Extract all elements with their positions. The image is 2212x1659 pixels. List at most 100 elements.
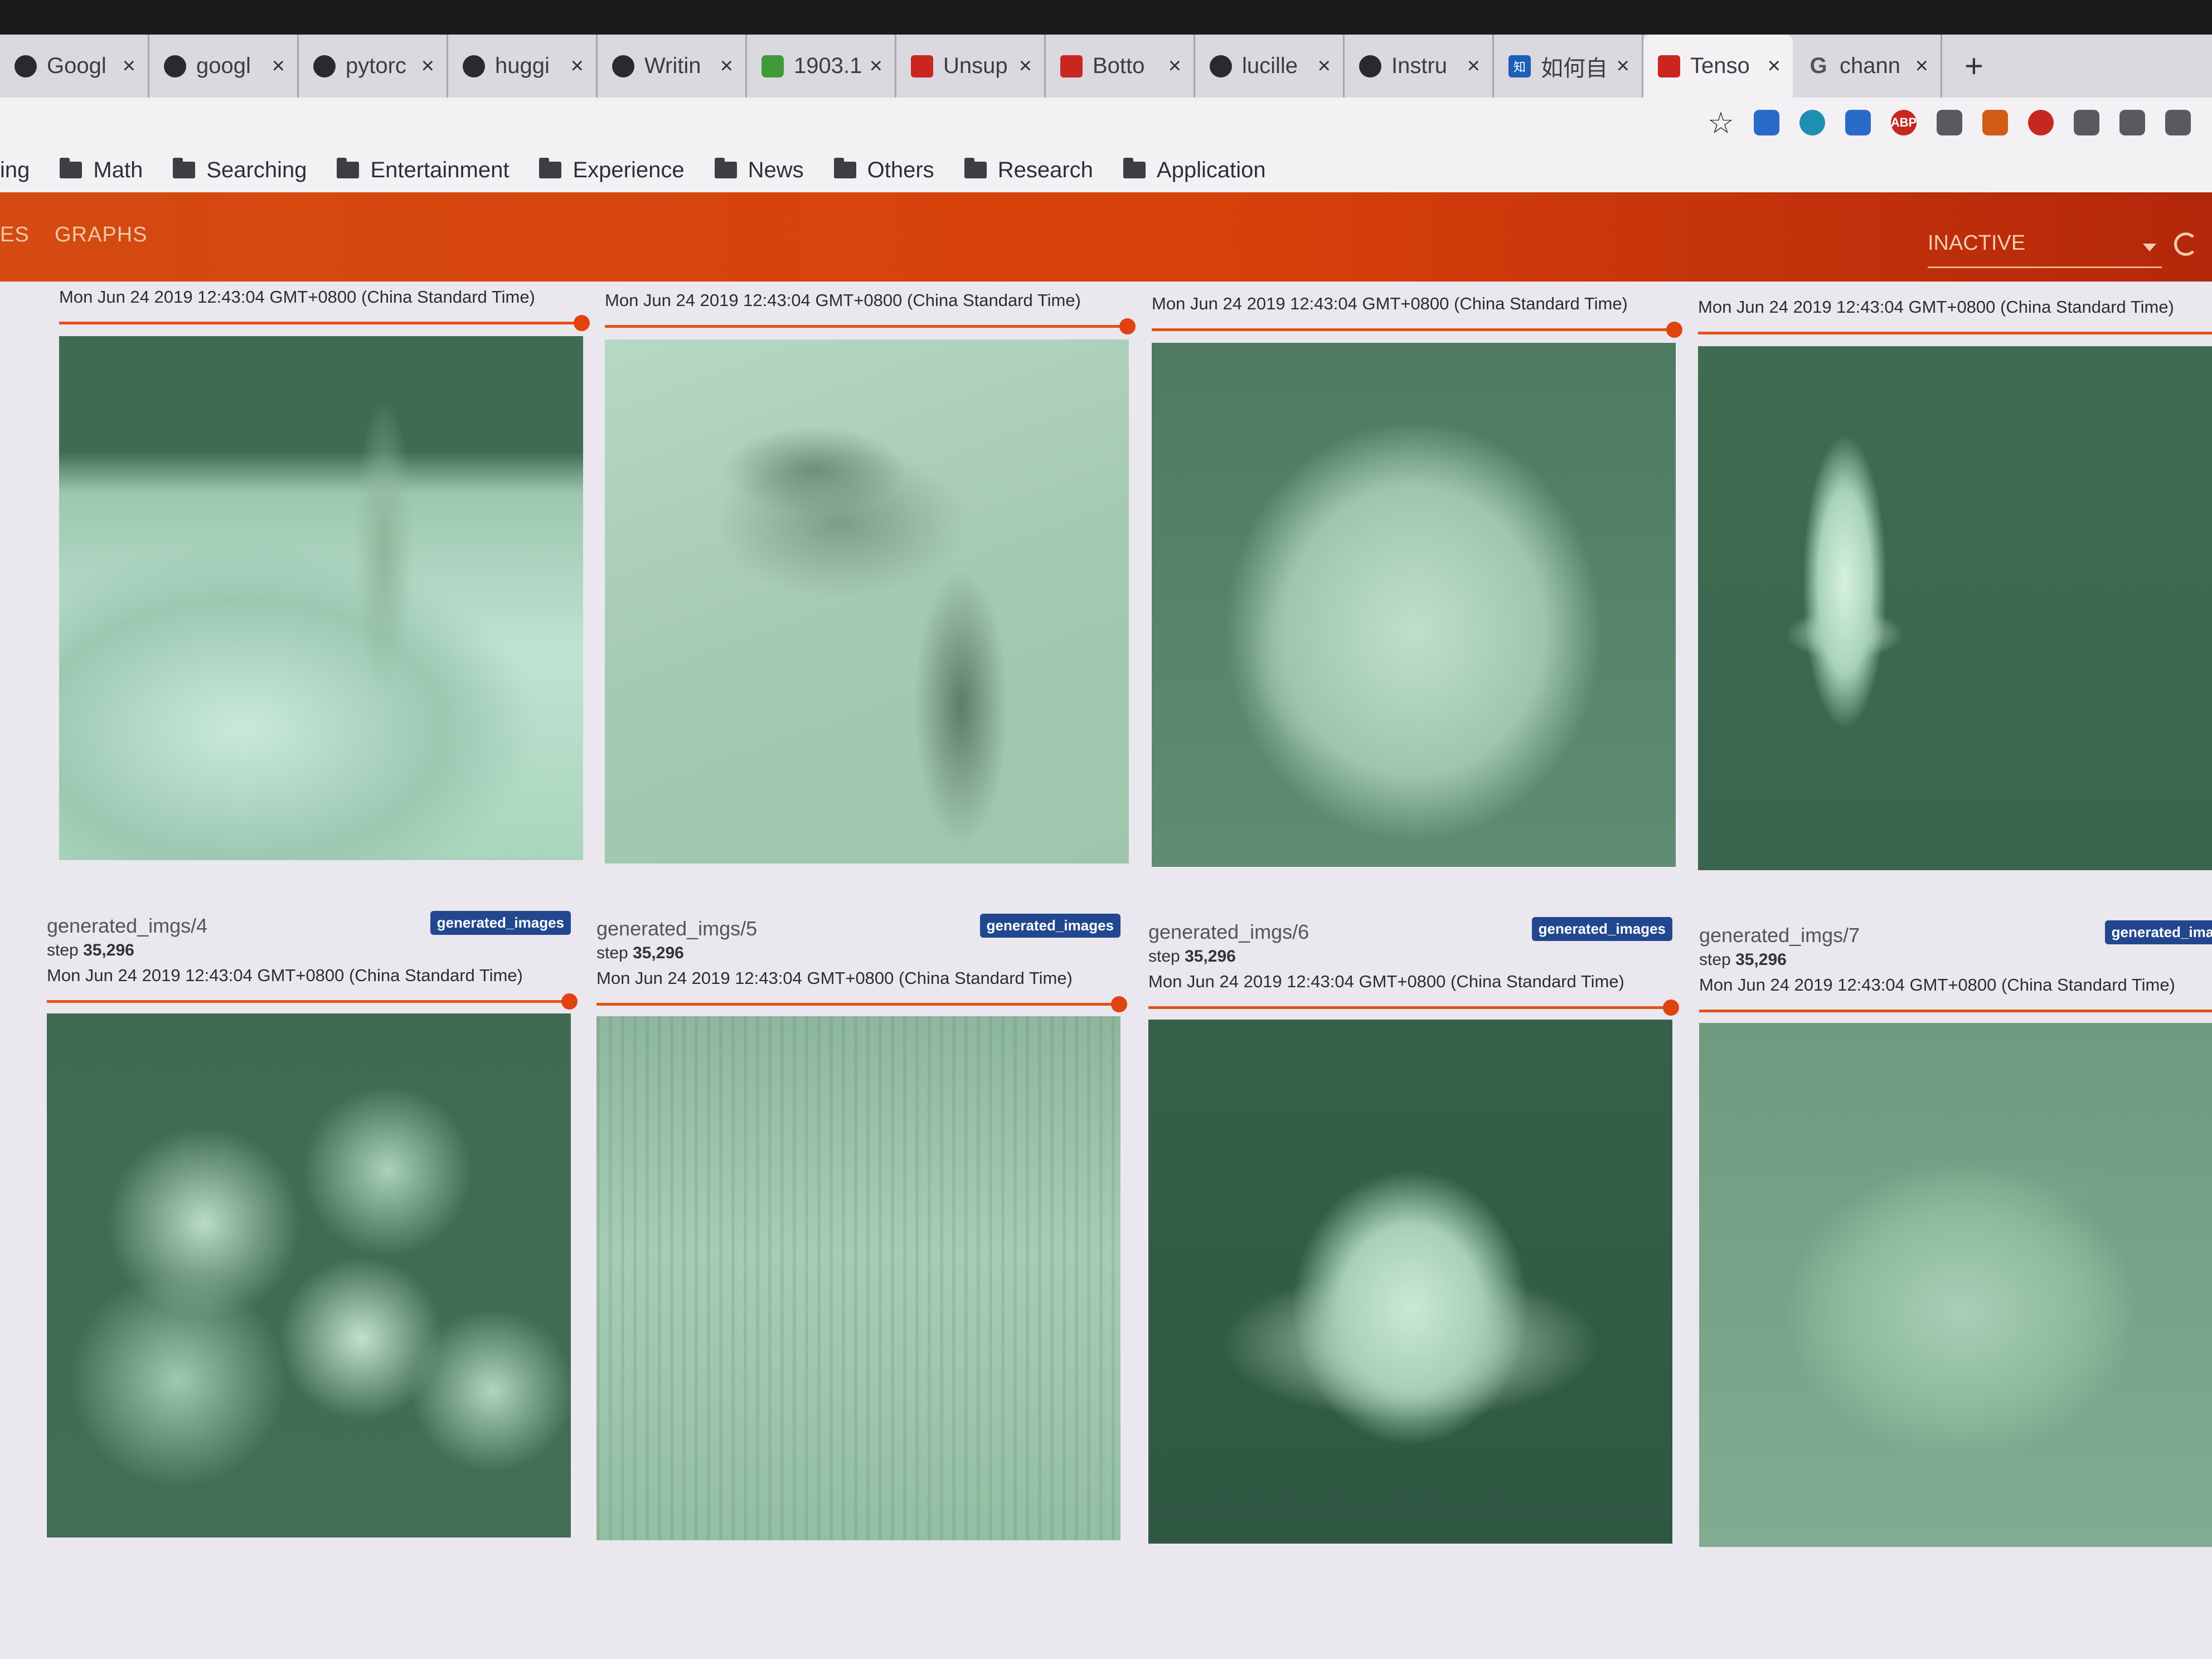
new-tab-button[interactable]: +: [1964, 47, 1983, 85]
step-slider[interactable]: [1699, 1010, 2212, 1012]
bookmark-searching[interactable]: Searching: [173, 158, 307, 183]
close-icon[interactable]: ×: [272, 54, 285, 79]
step-value: 35,296: [1735, 950, 1787, 969]
tab-title: Unsup: [943, 54, 1008, 78]
timestamp: Mon Jun 24 2019 12:43:04 GMT+0800 (China…: [605, 290, 1081, 310]
tab-3[interactable]: huggi ×: [448, 35, 598, 98]
bookmark-label: Application: [1156, 157, 1266, 182]
close-icon[interactable]: ×: [1617, 54, 1629, 79]
close-icon[interactable]: ×: [1915, 54, 1928, 79]
bookmark-others[interactable]: Others: [833, 158, 934, 183]
card-title: generated_imgs/4: [47, 914, 208, 937]
close-icon[interactable]: ×: [1168, 54, 1181, 79]
slider-handle[interactable]: [1111, 996, 1127, 1012]
nav-tab-partial[interactable]: ES: [0, 223, 30, 247]
folder-icon: [1123, 158, 1146, 178]
tab-6[interactable]: Unsup ×: [896, 35, 1046, 98]
slider-handle[interactable]: [1666, 322, 1682, 338]
shield-icon[interactable]: [2074, 110, 2099, 135]
folder-icon: [337, 158, 360, 178]
folder-icon: [173, 158, 196, 178]
tag-badge: generated_images: [2104, 920, 2212, 944]
tab-1[interactable]: googl ×: [149, 35, 299, 98]
timestamp: Mon Jun 24 2019 12:43:04 GMT+0800 (China…: [1698, 297, 2174, 317]
run-selector[interactable]: INACTIVE: [1928, 231, 2162, 268]
step-slider[interactable]: [596, 996, 1127, 1012]
slider-handle[interactable]: [1119, 318, 1136, 334]
step-value: 35,296: [83, 941, 134, 959]
chevron-down-icon: [2143, 244, 2156, 251]
percent-icon[interactable]: [2028, 110, 2054, 135]
slider-handle[interactable]: [561, 993, 578, 1010]
card-title: generated_imgs/5: [596, 917, 758, 940]
tab-8[interactable]: lucille ×: [1195, 35, 1345, 98]
folder-icon: [714, 158, 737, 178]
tab-0[interactable]: Googl ×: [0, 35, 149, 98]
step-slider[interactable]: [1148, 1000, 1679, 1016]
bookmark-entertainment[interactable]: Entertainment: [337, 158, 509, 183]
zhihu-icon: 知: [1508, 55, 1531, 77]
step-slider[interactable]: [47, 993, 578, 1010]
step-label: step 35,296: [47, 941, 134, 960]
translate-icon[interactable]: [1754, 110, 1779, 135]
tab-12[interactable]: Gchann ×: [1793, 35, 1942, 98]
tag-badge: generated_images: [979, 914, 1120, 938]
bookmark-news[interactable]: News: [714, 158, 804, 183]
more-icon[interactable]: [2165, 110, 2191, 135]
tab-title: lucille: [1242, 54, 1298, 78]
tab-10[interactable]: 知如何自 ×: [1494, 35, 1643, 98]
browser-toolbar: ☆ ABP: [0, 98, 2212, 148]
window-icon[interactable]: [1845, 110, 1871, 135]
close-icon[interactable]: ×: [1318, 54, 1331, 79]
tab-9[interactable]: Instru ×: [1345, 35, 1494, 98]
close-icon[interactable]: ×: [421, 54, 434, 79]
step-slider[interactable]: [605, 318, 1136, 334]
tab-4[interactable]: Writin ×: [598, 35, 747, 98]
tab-bar: Googl × googl × pytorc × huggi × Writin × 190…: [0, 35, 2212, 98]
bookmark-label: Entertainment: [370, 157, 510, 182]
bookmark-research[interactable]: Research: [964, 158, 1093, 183]
speed-icon[interactable]: [1937, 110, 1962, 135]
step-slider[interactable]: [59, 315, 590, 331]
timestamp: Mon Jun 24 2019 12:43:04 GMT+0800 (China…: [1699, 975, 2175, 995]
tensorboard-header: ES GRAPHS INACTIVE: [0, 192, 2212, 282]
bookmark-label: Searching: [206, 157, 307, 182]
github-icon: [463, 55, 485, 77]
star-icon[interactable]: ☆: [1707, 106, 1734, 140]
owl-icon[interactable]: [2119, 110, 2145, 135]
adblock-icon[interactable]: ABP: [1891, 110, 1917, 135]
close-icon[interactable]: ×: [870, 54, 882, 79]
slider-handle[interactable]: [574, 315, 590, 331]
bookmark-application[interactable]: Application: [1123, 158, 1266, 183]
step-slider[interactable]: [1152, 322, 1682, 338]
close-icon[interactable]: ×: [123, 54, 135, 79]
tab-7[interactable]: Botto ×: [1046, 35, 1195, 98]
slider-handle[interactable]: [1663, 1000, 1679, 1016]
fox-icon[interactable]: [1982, 110, 2008, 135]
step-value: 35,296: [1185, 947, 1236, 966]
bookmark-experience[interactable]: Experience: [539, 158, 685, 183]
bookmarks-bar: ing Math Searching Entertainment Experie…: [0, 148, 2212, 192]
bookmark-math[interactable]: Math: [60, 158, 143, 183]
step-slider[interactable]: [1698, 332, 2212, 334]
logo-icon: [1359, 55, 1381, 77]
tab-graphs[interactable]: GRAPHS: [55, 223, 147, 247]
close-icon[interactable]: ×: [1768, 54, 1781, 79]
timestamp: Mon Jun 24 2019 12:43:04 GMT+0800 (China…: [596, 968, 1073, 988]
tab-5[interactable]: 1903.1 ×: [747, 35, 896, 98]
refresh-icon[interactable]: [2174, 232, 2198, 256]
folder-icon: [833, 158, 856, 178]
close-icon[interactable]: ×: [720, 54, 733, 79]
tab-11[interactable]: Tenso ×: [1643, 35, 1793, 98]
tab-2[interactable]: pytorc ×: [299, 35, 448, 98]
close-icon[interactable]: ×: [1467, 54, 1480, 79]
chrome-icon[interactable]: [1799, 110, 1825, 135]
close-icon[interactable]: ×: [571, 54, 584, 79]
tab-title: googl: [196, 54, 251, 78]
browser-tab-strip: Googl × googl × pytorc × huggi × Writin × 190…: [0, 0, 2212, 98]
slides-icon: [911, 55, 933, 77]
generated-image: [47, 1013, 571, 1537]
bookmark-partial[interactable]: ing: [0, 158, 30, 183]
folder-icon: [964, 158, 987, 178]
close-icon[interactable]: ×: [1019, 54, 1032, 79]
